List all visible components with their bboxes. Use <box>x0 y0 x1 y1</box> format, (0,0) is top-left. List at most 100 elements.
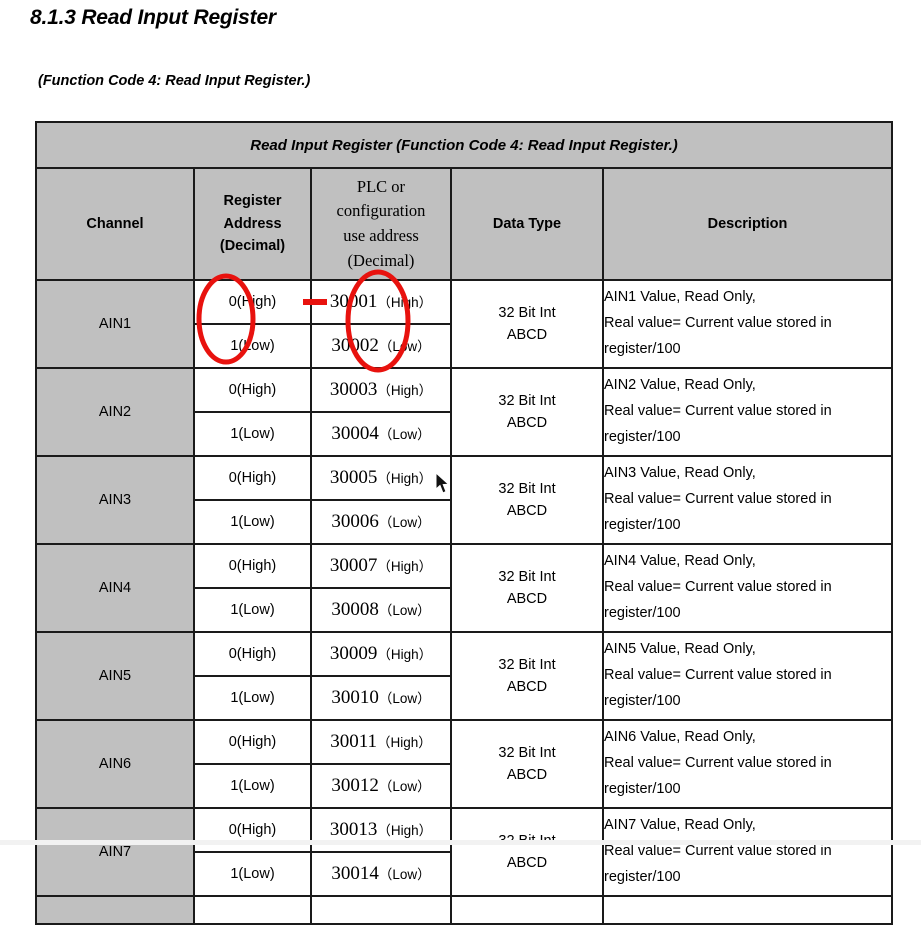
cell-data-type: 32 Bit Int ABCD <box>450 807 604 897</box>
cell-plc-address-low: 30004（Low） <box>310 411 452 457</box>
cell-plc-address-low: 30006（Low） <box>310 499 452 545</box>
column-header-register-address-line-2: Address <box>223 215 282 232</box>
description-line-1: AIN1 Value, Read Only, <box>604 289 756 306</box>
plc-address-number: 30005 <box>329 467 378 488</box>
data-type-line-2: ABCD <box>506 855 548 871</box>
data-type-line-1: 32 Bit Int <box>498 304 556 321</box>
plc-address-word: Low <box>392 339 418 354</box>
table-row-partial <box>35 895 893 925</box>
cell-register-address-high: 0(High) <box>193 455 312 501</box>
page-bottom-edge <box>0 840 921 845</box>
description-line-1: AIN7 Value, Read Only, <box>604 817 756 834</box>
cell-data-type: 32 Bit Int ABCD <box>450 367 604 457</box>
table-row: AIN6 0(High) 30011（High） 32 Bit Int ABCD… <box>35 719 893 809</box>
cell-data-type <box>450 895 604 925</box>
cell-plc-address-high: 30003（High） <box>310 367 452 413</box>
cell-description: AIN1 Value, Read Only, Real value= Curre… <box>602 279 893 369</box>
plc-address-word: Low <box>392 867 418 882</box>
column-header-plc-address-line-3: use address <box>343 226 419 245</box>
mouse-pointer-icon <box>435 472 450 494</box>
cell-description: AIN7 Value, Read Only, Real value= Curre… <box>602 807 893 897</box>
cell-plc-address-low: 30002（Low） <box>310 323 452 369</box>
cell-channel: AIN6 <box>35 719 195 809</box>
cell-description: AIN5 Value, Read Only, Real value= Curre… <box>602 631 893 721</box>
column-header-register-address-line-3: (Decimal) <box>219 238 286 255</box>
column-header-channel: Channel <box>35 167 195 281</box>
cell-plc-address-high: 30001（High） <box>310 279 452 325</box>
description-line-3: register/100 <box>604 692 681 709</box>
plc-address-number: 30004 <box>331 423 379 444</box>
cell-register-address-low: 1(Low) <box>193 587 312 633</box>
cell-channel: AIN3 <box>35 455 195 545</box>
column-header-plc-address-line-4: (Decimal) <box>347 250 415 270</box>
table-row: AIN4 0(High) 30007（High） 32 Bit Int ABCD… <box>35 543 893 633</box>
plc-address-word: High <box>390 471 419 486</box>
cell-channel: AIN2 <box>35 367 195 457</box>
cell-data-type: 32 Bit Int ABCD <box>450 543 604 633</box>
cell-register-address-high <box>193 895 312 925</box>
cell-register-address-low: 1(Low) <box>193 763 312 809</box>
cell-channel: AIN7 <box>35 807 195 897</box>
read-input-register-table: Read Input Register (Function Code 4: Re… <box>35 121 893 925</box>
plc-address-word: Low <box>392 779 418 794</box>
cell-description: AIN4 Value, Read Only, Real value= Curre… <box>602 543 893 633</box>
table-caption-row: Read Input Register (Function Code 4: Re… <box>35 121 893 169</box>
cell-plc-address-high: 30011（High） <box>310 719 452 765</box>
plc-address-word: Low <box>392 515 418 530</box>
cell-data-type: 32 Bit Int ABCD <box>450 631 604 721</box>
plc-address-number: 30010 <box>331 687 379 708</box>
plc-address-number: 30006 <box>331 511 379 532</box>
description-line-2: Real value= Current value stored in <box>604 755 832 772</box>
data-type-line-1: 32 Bit Int <box>498 568 556 585</box>
cell-data-type: 32 Bit Int ABCD <box>450 279 604 369</box>
cell-register-address-high: 0(High) <box>193 807 312 853</box>
plc-address-word: High <box>390 559 419 574</box>
data-type-line-2: ABCD <box>506 679 548 695</box>
data-type-line-2: ABCD <box>506 327 548 343</box>
description-line-3: register/100 <box>604 604 681 621</box>
plc-address-number: 30012 <box>331 775 379 796</box>
cell-plc-address-low: 30012（Low） <box>310 763 452 809</box>
plc-address-number: 30014 <box>331 863 379 884</box>
column-header-plc-address-line-1: PLC or <box>356 176 406 196</box>
cell-plc-address-high: 30007（High） <box>310 543 452 589</box>
table-body: AIN1 0(High) 30001（High） 32 Bit Int ABCD… <box>35 279 893 925</box>
cell-register-address-high: 0(High) <box>193 631 312 677</box>
plc-address-number: 30008 <box>331 599 379 620</box>
subtitle-function-code: (Function Code 4: Read Input Register.) <box>38 73 311 89</box>
column-header-plc-address: PLC or configuration use address (Decima… <box>310 167 452 281</box>
plc-address-word: High <box>390 295 419 310</box>
cell-register-address-high: 0(High) <box>193 279 312 325</box>
description-line-2: Real value= Current value stored in <box>604 315 832 332</box>
description-line-2: Real value= Current value stored in <box>604 403 832 420</box>
cell-description: AIN2 Value, Read Only, Real value= Curre… <box>602 367 893 457</box>
plc-address-word: High <box>390 383 419 398</box>
data-type-line-2: ABCD <box>506 415 548 431</box>
column-header-plc-address-line-2: configuration <box>336 201 426 221</box>
data-type-line-1: 32 Bit Int <box>498 392 556 409</box>
column-header-register-address: Register Address (Decimal) <box>193 167 312 281</box>
cell-plc-address-high: 30013（High） <box>310 807 452 853</box>
description-line-1: AIN2 Value, Read Only, <box>604 377 756 394</box>
cell-channel <box>35 895 195 925</box>
table-row: AIN1 0(High) 30001（High） 32 Bit Int ABCD… <box>35 279 893 369</box>
cell-plc-address-low: 30014（Low） <box>310 851 452 897</box>
description-line-2: Real value= Current value stored in <box>604 579 832 596</box>
description-line-2: Real value= Current value stored in <box>604 667 832 684</box>
cell-register-address-low: 1(Low) <box>193 499 312 545</box>
table-row: AIN3 0(High) 30005（High） 32 Bit Int ABCD… <box>35 455 893 545</box>
data-type-line-1: 32 Bit Int <box>498 656 556 673</box>
plc-address-number: 30013 <box>329 819 378 840</box>
plc-address-number: 30009 <box>329 643 378 664</box>
cell-channel: AIN4 <box>35 543 195 633</box>
cell-plc-address-high: 30009（High） <box>310 631 452 677</box>
data-type-line-2: ABCD <box>506 767 548 783</box>
description-line-2: Real value= Current value stored in <box>604 491 832 508</box>
cell-plc-address-high: 30005（High） <box>310 455 452 501</box>
description-line-1: AIN4 Value, Read Only, <box>604 553 756 570</box>
plc-address-number: 30011 <box>330 731 378 752</box>
column-header-description: Description <box>602 167 893 281</box>
cell-channel: AIN1 <box>35 279 195 369</box>
table-head: Read Input Register (Function Code 4: Re… <box>35 121 893 281</box>
description-line-3: register/100 <box>604 340 681 357</box>
